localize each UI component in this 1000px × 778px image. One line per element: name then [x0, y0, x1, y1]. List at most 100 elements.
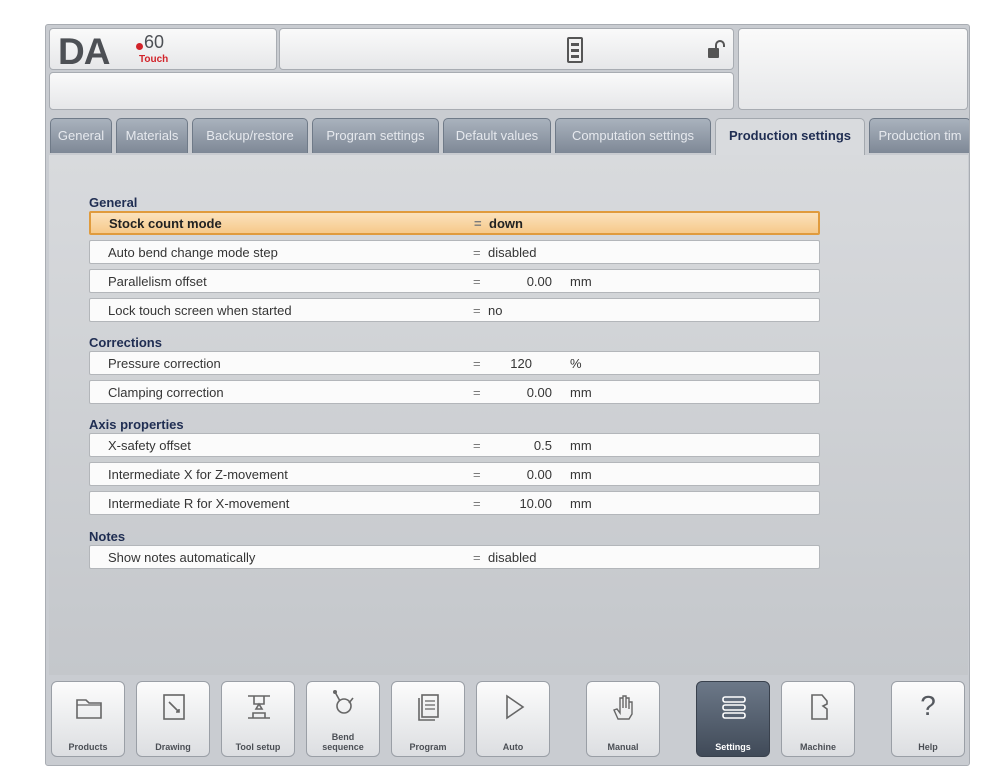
play-icon	[506, 694, 525, 720]
button-label: Auto	[502, 742, 524, 752]
setting-row-clamping-correction[interactable]: Clamping correction = 0.00 mm	[89, 380, 820, 404]
unlock-icon[interactable]	[706, 39, 726, 61]
setting-label: Intermediate X for Z-movement	[108, 467, 288, 482]
setting-label: Auto bend change mode step	[108, 245, 278, 260]
setting-label: Pressure correction	[108, 356, 221, 371]
brand-dot	[136, 43, 143, 50]
setting-row-auto-bend-change[interactable]: Auto bend change mode step = disabled	[89, 240, 820, 264]
application-window: DA 60 Touch General Materials Backup/res…	[45, 24, 970, 766]
settings-list-icon	[722, 696, 746, 719]
tab-computation-settings[interactable]: Computation settings	[555, 118, 711, 153]
setting-row-x-safety-offset[interactable]: X-safety offset = 0.5 mm	[89, 433, 820, 457]
tool-setup-button[interactable]: Tool setup	[221, 681, 295, 757]
setting-row-intermediate-x[interactable]: Intermediate X for Z-movement = 0.00 mm	[89, 462, 820, 486]
setting-label: Parallelism offset	[108, 274, 207, 289]
setting-unit: mm	[570, 496, 592, 511]
bend-sequence-icon	[333, 690, 354, 714]
section-title-axis-properties: Axis properties	[89, 417, 184, 432]
products-button[interactable]: Products	[51, 681, 125, 757]
setting-row-parallelism-offset[interactable]: Parallelism offset = 0.00 mm	[89, 269, 820, 293]
setting-unit: mm	[570, 438, 592, 453]
setting-row-stock-count-mode[interactable]: Stock count mode = down	[89, 211, 820, 235]
button-label: Machine	[799, 742, 836, 752]
info-panel	[738, 28, 968, 110]
program-button[interactable]: Program	[391, 681, 465, 757]
tab-production-time[interactable]: Production tim	[869, 118, 969, 153]
button-label: Help	[918, 742, 938, 752]
bend-sequence-button[interactable]: Bend sequence	[306, 681, 380, 757]
equals-sign: =	[473, 438, 481, 453]
settings-panel: General Stock count mode = down Auto ben…	[49, 155, 968, 675]
hand-icon	[613, 695, 633, 720]
drawing-icon	[163, 694, 185, 720]
drawing-button[interactable]: Drawing	[136, 681, 210, 757]
setting-unit: mm	[570, 467, 592, 482]
button-label: Manual	[607, 742, 639, 752]
setting-row-lock-touch-screen[interactable]: Lock touch screen when started = no	[89, 298, 820, 322]
setting-value: 0.00	[526, 467, 552, 482]
settings-button[interactable]: Settings	[696, 681, 770, 757]
model-number: 60	[144, 32, 165, 52]
program-icon	[418, 694, 439, 721]
help-icon: ?	[920, 690, 936, 721]
setting-row-pressure-correction[interactable]: Pressure correction = 120 %	[89, 351, 820, 375]
auto-button[interactable]: Auto	[476, 681, 550, 757]
setting-value: down	[489, 216, 523, 231]
folder-icon	[76, 699, 102, 719]
button-label: Settings	[715, 742, 751, 752]
tab-backup-restore[interactable]: Backup/restore	[192, 118, 308, 153]
setting-row-show-notes[interactable]: Show notes automatically = disabled	[89, 545, 820, 569]
setting-label: Stock count mode	[109, 216, 222, 231]
machine-icon	[811, 694, 828, 720]
setting-unit: mm	[570, 274, 592, 289]
setting-unit: %	[570, 356, 582, 371]
setting-value: 0.5	[533, 438, 552, 453]
setting-label: Lock touch screen when started	[108, 303, 292, 318]
setting-label: Clamping correction	[108, 385, 224, 400]
section-title-notes: Notes	[89, 529, 126, 544]
equals-sign: =	[473, 550, 481, 565]
equals-sign: =	[473, 274, 481, 289]
equals-sign: =	[473, 496, 481, 511]
equals-sign: =	[474, 216, 482, 231]
setting-unit: mm	[570, 385, 592, 400]
help-button[interactable]: ? Help	[891, 681, 965, 757]
setting-value: no	[488, 303, 503, 318]
tab-materials[interactable]: Materials	[116, 118, 188, 153]
setting-row-intermediate-r[interactable]: Intermediate R for X-movement = 10.00 mm	[89, 491, 820, 515]
logo-panel: DA 60 Touch	[49, 28, 277, 72]
tool-setup-icon	[248, 695, 270, 719]
section-title-general: General	[89, 195, 138, 210]
main-navigation-bar: Products Drawing Tool setup Bend sequenc…	[49, 677, 968, 765]
setting-value: disabled	[488, 550, 537, 565]
equals-sign: =	[473, 467, 481, 482]
button-label: Drawing	[155, 742, 191, 752]
setting-value: 10.00	[519, 496, 552, 511]
button-label: Program	[409, 742, 447, 752]
tab-program-settings[interactable]: Program settings	[312, 118, 439, 153]
equals-sign: =	[473, 245, 481, 260]
machine-button[interactable]: Machine	[781, 681, 855, 757]
setting-label: Intermediate R for X-movement	[108, 496, 290, 511]
brand-logo: DA	[58, 31, 110, 72]
setting-value: 0.00	[526, 274, 552, 289]
setting-value: disabled	[488, 245, 537, 260]
tab-production-settings[interactable]: Production settings	[715, 118, 865, 155]
model-variant: Touch	[139, 54, 169, 65]
setting-label: Show notes automatically	[108, 550, 256, 565]
setting-value: 120	[510, 356, 532, 371]
button-label: Tool setup	[235, 742, 281, 752]
equals-sign: =	[473, 356, 481, 371]
button-label: Bend sequence	[322, 732, 364, 752]
equals-sign: =	[473, 385, 481, 400]
message-bar	[49, 72, 734, 110]
manual-button[interactable]: Manual	[586, 681, 660, 757]
setting-value: 0.00	[526, 385, 552, 400]
status-panel	[279, 28, 734, 70]
tab-general[interactable]: General	[50, 118, 112, 153]
section-title-corrections: Corrections	[89, 335, 162, 350]
equals-sign: =	[473, 303, 481, 318]
button-label: Products	[68, 742, 108, 752]
tab-default-values[interactable]: Default values	[443, 118, 551, 153]
calculator-icon[interactable]	[567, 37, 583, 63]
